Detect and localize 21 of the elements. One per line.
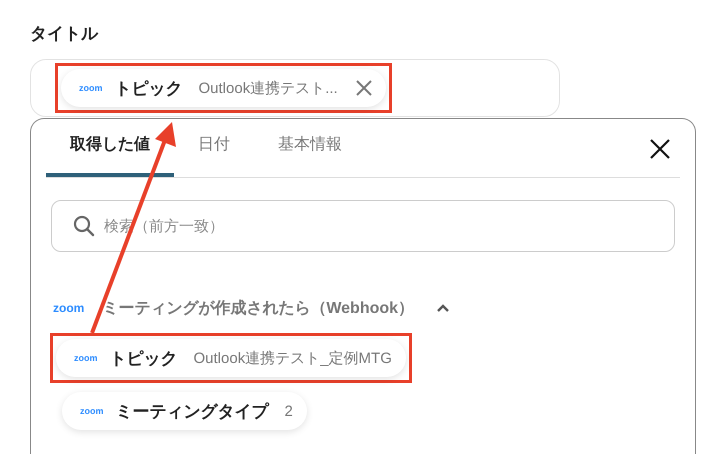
zoom-logo: zoom [79, 83, 102, 93]
tab[interactable]: 基本情報 [254, 123, 366, 177]
chevron-up-icon[interactable] [436, 304, 450, 312]
close-icon[interactable] [650, 139, 670, 159]
zoom-logo: zoom [53, 301, 84, 315]
variable-value: Outlook連携テスト... [198, 78, 338, 98]
variable-item[interactable]: zoom ミーティングタイプ 2 [62, 392, 307, 430]
token-field[interactable]: zoom トピック Outlook連携テスト... [30, 59, 560, 117]
variable-chip[interactable]: zoom トピック Outlook連携テスト... [61, 69, 386, 107]
variable-name: トピック [114, 78, 182, 100]
field-label: タイトル [30, 23, 98, 45]
search-icon [73, 215, 95, 237]
variable-name: トピック [110, 348, 178, 370]
group-title[interactable]: ミーティングが作成されたら（Webhook） [102, 298, 414, 318]
zoom-logo: zoom [80, 406, 104, 416]
variable-value: Outlook連携テスト_定例MTG [194, 348, 392, 368]
tab[interactable]: 日付 [174, 123, 254, 177]
variable-item[interactable]: zoom トピック Outlook連携テスト_定例MTG [56, 339, 406, 377]
variable-value: 2 [284, 402, 293, 420]
variable-name: ミーティングタイプ [116, 400, 268, 422]
zoom-logo: zoom [74, 353, 98, 363]
